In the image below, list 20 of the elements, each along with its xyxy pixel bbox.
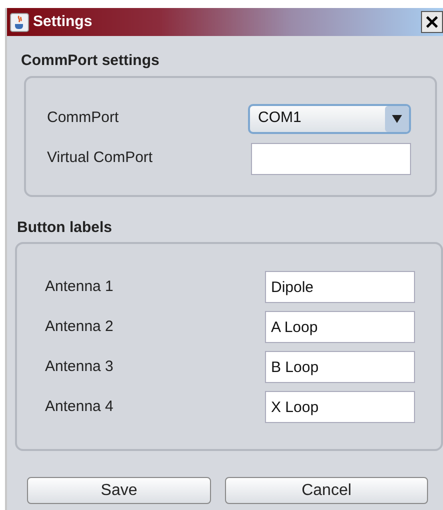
section-heading: Button labels xyxy=(17,218,112,238)
field-label: Antenna 4 xyxy=(45,396,114,417)
port-dropdown[interactable]: COM1 xyxy=(248,104,411,134)
field-label: Virtual ComPort xyxy=(47,148,153,168)
section-heading: CommPort settings xyxy=(21,51,160,71)
field-label: Antenna 2 xyxy=(45,316,114,337)
field-label: Antenna 1 xyxy=(45,276,114,297)
cancel-button[interactable]: Cancel xyxy=(225,477,428,504)
text-field[interactable]: A Loop xyxy=(265,311,415,343)
text-field[interactable]: X Loop xyxy=(265,391,415,423)
close-button[interactable] xyxy=(421,11,443,33)
field-label: CommPort xyxy=(47,108,119,128)
window-title: Settings xyxy=(33,12,92,32)
text-field[interactable]: B Loop xyxy=(265,351,415,383)
java-cup-icon xyxy=(10,12,29,32)
text-field[interactable]: Dipole xyxy=(265,271,415,303)
close-icon xyxy=(425,15,439,29)
text-field[interactable] xyxy=(251,142,411,174)
save-button[interactable]: Save xyxy=(27,477,211,504)
field-label: Antenna 3 xyxy=(45,356,114,377)
